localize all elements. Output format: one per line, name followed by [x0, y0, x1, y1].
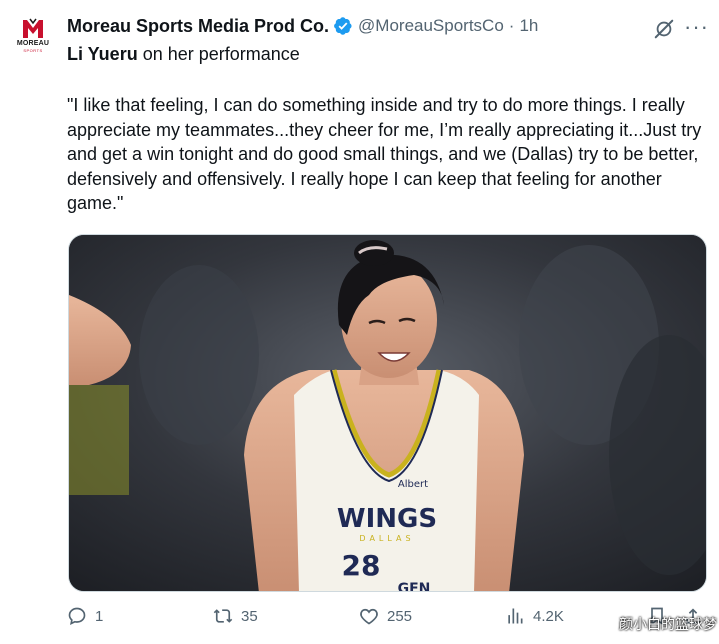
tweet-quote: "I like that feeling, I can do something…: [67, 95, 702, 213]
tweet-header: Moreau Sports Media Prod Co. @MoreauSpor…: [67, 14, 699, 38]
grok-icon[interactable]: [653, 18, 675, 40]
user-handle[interactable]: @MoreauSportsCo: [358, 16, 504, 36]
views-icon: [508, 608, 523, 624]
avatar-sub-text: SPORTS: [23, 47, 43, 53]
watermark: 颜小白的篮球梦: [619, 616, 717, 632]
subject-name: Li Yueru: [67, 44, 138, 64]
timestamp[interactable]: 1h: [519, 16, 538, 36]
avatar[interactable]: MOREAU SPORTS: [10, 12, 56, 58]
reply-count: 1: [95, 607, 104, 625]
views-count: 4.2K: [533, 607, 564, 625]
tweet-photo[interactable]: WINGS DALLAS Albert 28 GEN: [68, 234, 707, 592]
tweet-intro: Li Yueru on her performance: [67, 44, 300, 65]
display-name[interactable]: Moreau Sports Media Prod Co.: [67, 16, 329, 37]
separator-dot: ·: [508, 16, 515, 35]
more-options-icon[interactable]: ···: [684, 16, 709, 38]
jersey-city-text: DALLAS: [359, 534, 414, 543]
repost-count: 35: [241, 607, 258, 625]
like-button[interactable]: 255: [359, 606, 412, 626]
repost-button[interactable]: 35: [213, 606, 258, 626]
jersey-brand-text: WINGS: [337, 504, 437, 534]
moreau-logo-icon: [21, 18, 45, 40]
repost-icon: [213, 609, 233, 623]
avatar-brand-text: MOREAU: [16, 39, 50, 47]
reply-icon: [68, 607, 86, 625]
jersey-number-text: 28: [342, 549, 381, 582]
jersey-sponsor-text: Albert: [398, 479, 428, 490]
tweet-card: MOREAU SPORTS Moreau Sports Media Prod C…: [0, 0, 719, 644]
views-button[interactable]: 4.2K: [505, 606, 564, 626]
like-count: 255: [387, 607, 413, 625]
jersey-bottom-text: GEN: [398, 581, 431, 592]
action-bar: 1 35 255 4.2K: [67, 606, 707, 636]
subject-rest: on her performance: [137, 44, 300, 64]
heart-icon: [360, 608, 378, 625]
photo-illustration: WINGS DALLAS Albert 28 GEN: [69, 235, 706, 592]
reply-button[interactable]: 1: [67, 606, 103, 626]
verified-badge-icon: [333, 16, 353, 36]
